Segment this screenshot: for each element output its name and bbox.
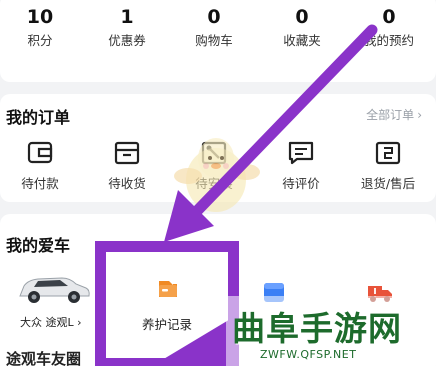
watermark-text: 曲阜手游网: [232, 309, 402, 348]
watermark-url: ZWFW.QFSP.NET: [260, 348, 357, 361]
watermark: 曲阜手游网 ZWFW.QFSP.NET: [226, 296, 436, 366]
